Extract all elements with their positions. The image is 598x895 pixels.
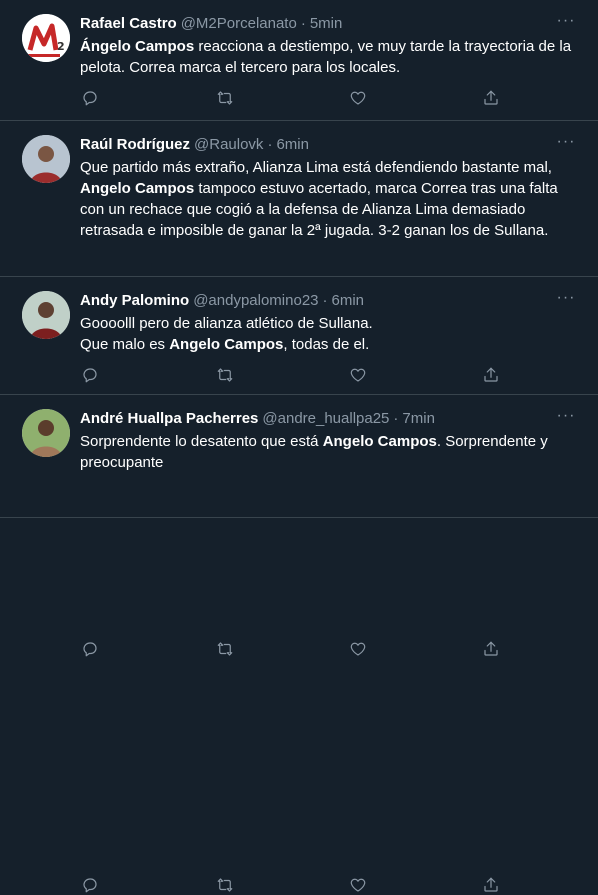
tweet-actions xyxy=(80,88,520,108)
retweet-icon[interactable] xyxy=(215,639,235,659)
tweet-timestamp[interactable]: 7min xyxy=(402,409,435,429)
author-handle[interactable]: @Raulovk xyxy=(194,135,263,155)
tweet[interactable]: André Huallpa Pacherres @andre_huallpa25 ·… xyxy=(0,395,598,893)
tweet-header: Raúl Rodríguez @Raulovk · 6min xyxy=(80,135,578,155)
author-name[interactable]: Raúl Rodríguez xyxy=(80,135,190,155)
tweet[interactable]: Andy Palomino @andypalomino23 · 6min ··· Gooo… xyxy=(0,277,598,657)
like-icon[interactable] xyxy=(348,88,368,108)
tweet-actions xyxy=(80,875,520,895)
share-icon[interactable] xyxy=(481,875,501,895)
avatar[interactable] xyxy=(22,409,70,457)
tweet-content: Andy Palomino @andypalomino23 · 6min ··· Gooo… xyxy=(80,290,578,355)
avatar[interactable]: 2 xyxy=(22,14,70,62)
like-icon[interactable] xyxy=(348,875,368,895)
more-options-icon[interactable]: ··· xyxy=(554,408,578,429)
tweet-content: Raúl Rodríguez @Raulovk · 6min ··· Que partid… xyxy=(80,134,578,241)
author-handle[interactable]: @andypalomino23 xyxy=(193,291,318,311)
share-icon[interactable] xyxy=(481,88,501,108)
author-name[interactable]: Rafael Castro xyxy=(80,14,177,34)
like-icon[interactable] xyxy=(348,639,368,659)
tweet-timestamp[interactable]: 6min xyxy=(332,291,365,311)
reply-icon[interactable] xyxy=(80,875,100,895)
tweet-timestamp[interactable]: 6min xyxy=(276,135,309,155)
separator-dot: · xyxy=(393,410,399,427)
more-options-icon[interactable]: ··· xyxy=(554,13,578,34)
more-options-icon[interactable]: ··· xyxy=(554,134,578,155)
retweet-icon[interactable] xyxy=(215,88,235,108)
tweet-actions xyxy=(80,639,520,659)
share-icon[interactable] xyxy=(481,639,501,659)
timeline-feed: 2 Rafael Castro @M2Porcelanato · 5min ··· Ánge… xyxy=(0,0,598,893)
avatar[interactable] xyxy=(22,291,70,339)
tweet-content: Rafael Castro @M2Porcelanato · 5min ··· Ángel… xyxy=(80,13,578,78)
author-handle[interactable]: @M2Porcelanato xyxy=(181,14,297,34)
author-name[interactable]: André Huallpa Pacherres xyxy=(80,409,258,429)
highlighted-name: Angelo Campos xyxy=(169,336,284,353)
tweet[interactable]: 2 Rafael Castro @M2Porcelanato · 5min ··· Ánge… xyxy=(0,0,598,121)
tweet-header: Andy Palomino @andypalomino23 · 6min xyxy=(80,291,578,311)
reply-icon[interactable] xyxy=(80,88,100,108)
tweet-header: Rafael Castro @M2Porcelanato · 5min xyxy=(80,14,578,34)
highlighted-name: Ángelo Campos xyxy=(80,38,195,55)
tweet-text: Goooolll pero de alianza atlético de Sul… xyxy=(80,313,578,355)
tweet-timestamp[interactable]: 5min xyxy=(310,14,343,34)
tweet-text: Ángelo Campos reacciona a destiempo, ve … xyxy=(80,36,578,78)
text-segment: Que partido más extraño, Alianza Lima es… xyxy=(80,159,552,176)
separator-dot: · xyxy=(267,136,273,153)
tweet-text: Sorprendente lo desatento que está Angel… xyxy=(80,431,578,473)
separator-dot: · xyxy=(322,292,328,309)
svg-text:2: 2 xyxy=(57,40,65,53)
author-handle[interactable]: @andre_huallpa25 xyxy=(262,409,389,429)
more-options-icon[interactable]: ··· xyxy=(554,290,578,311)
tweet-text: Que partido más extraño, Alianza Lima es… xyxy=(80,157,578,241)
text-segment: Goooolll pero de alianza atlético de Sul… xyxy=(80,315,373,332)
highlighted-name: Angelo Campos xyxy=(322,433,437,450)
tweet-header: André Huallpa Pacherres @andre_huallpa25 ·… xyxy=(80,409,578,429)
tweet[interactable]: Raúl Rodríguez @Raulovk · 6min ··· Que partid… xyxy=(0,121,598,383)
author-name[interactable]: Andy Palomino xyxy=(80,291,189,311)
separator-dot: · xyxy=(300,15,306,32)
text-segment: , todas de el. xyxy=(283,336,370,353)
text-segment: Que malo es xyxy=(80,336,170,353)
tweet-content: André Huallpa Pacherres @andre_huallpa25 ·… xyxy=(80,408,578,473)
retweet-icon[interactable] xyxy=(215,875,235,895)
highlighted-name: Angelo Campos xyxy=(80,180,195,197)
reply-icon[interactable] xyxy=(80,639,100,659)
text-segment: Sorprendente lo desatento que está xyxy=(80,433,323,450)
avatar[interactable] xyxy=(22,135,70,183)
